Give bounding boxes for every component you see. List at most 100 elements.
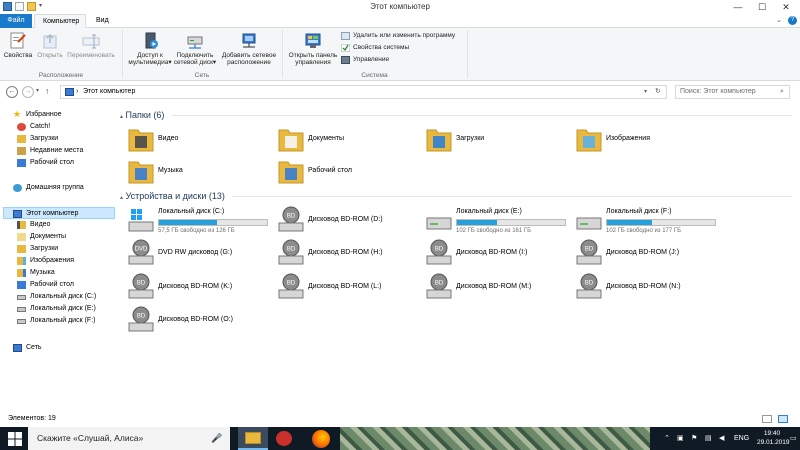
address-box[interactable]: › Этот компьютер ▾ ↻ [60,85,667,99]
nav-pc-label: Музыка [30,269,55,276]
map-drive-button[interactable]: Подключить сетевой диск▾ [172,32,218,66]
drive-name: Дисковод BD-ROM (D:) [308,216,383,223]
search-icon: ⌕ [780,88,784,95]
group-network-label: Сеть [194,72,210,79]
svg-text:BD: BD [435,281,444,287]
file-explorer-icon [245,432,261,444]
details-view-icon[interactable] [762,415,772,423]
nav-pc-label: Локальный диск (E:) [30,305,96,312]
map-drive-label-1: Подключить [176,52,214,59]
breadcrumb-this-pc[interactable]: Этот компьютер [83,88,135,95]
computer-icon [65,88,74,96]
collapse-chevron-icon: ▴ [120,114,124,120]
breadcrumb-separator: › [76,88,79,95]
checkmark-icon [340,43,351,53]
volume-icon[interactable]: ◀ [719,427,724,450]
documents-icon [17,233,26,241]
notifications-icon[interactable]: ▭ [790,427,797,450]
refresh-icon[interactable]: ↻ [655,86,661,98]
media-access-label-1: Доступ к [137,52,163,59]
svg-text:BD: BD [585,281,594,287]
show-hidden-icons[interactable]: ⌃ [664,427,670,450]
flag-icon[interactable]: ⚑ [691,427,697,450]
up-button[interactable]: ↑ [45,86,50,96]
drive-name: Локальный диск (C:) [158,208,225,215]
svg-text:BD: BD [585,247,594,253]
catch-icon [17,123,26,131]
microphone-icon[interactable]: 🎤 [211,427,222,450]
nav-this-pc[interactable]: Этот компьютер [3,207,115,219]
drive-usage-bar [606,219,716,226]
nav-pc-label: Документы [30,233,67,240]
properties-icon [9,32,27,50]
manage-button[interactable]: Управление [341,55,389,65]
firefox-icon[interactable] [312,430,330,448]
pictures-folder-icon [576,125,602,153]
devices-section-header[interactable]: ▴ Устройства и диски (13) [120,190,794,202]
drive-usage-bar [456,219,566,226]
navigation-pane: ★ Избранное Catch! Загрузки Недавние мес… [0,103,115,411]
help-icon[interactable]: ? [788,16,797,25]
address-dropdown-icon[interactable]: ▾ [644,86,647,98]
properties-button[interactable]: Свойства [2,32,34,59]
rename-icon [82,32,100,50]
hard-drive-icon [17,307,26,312]
back-button[interactable]: ← [6,86,18,98]
minimize-button[interactable]: — [726,0,750,14]
svg-text:BD: BD [287,281,296,287]
videos-icon [17,221,26,229]
network-tray-icon[interactable]: ▤ [705,427,712,450]
open-button[interactable]: Открыть [34,32,66,59]
start-button[interactable] [8,432,22,448]
tab-computer[interactable]: Компьютер [34,14,86,28]
ribbon: Свойства Открыть Переименовать Расположе… [0,28,800,81]
bd-rom-drive-icon: BD [576,273,602,301]
nav-pc-label: Локальный диск (C:) [30,293,97,300]
bd-rom-drive-icon: BD [128,273,154,301]
expand-ribbon-icon[interactable]: ⌄ [776,16,782,24]
tab-file[interactable]: Файл [0,14,32,28]
recent-locations-icon[interactable]: ▾ [36,87,39,94]
window-title: Этот компьютер [370,2,430,11]
media-access-button[interactable]: Доступ к мультимедиа▾ [128,32,172,66]
windows-logo-icon [8,432,22,446]
svg-text:DVD: DVD [135,247,148,253]
system-properties-button[interactable]: Свойства системы [340,43,409,53]
drive-name: Дисковод BD-ROM (O:) [158,316,233,323]
language-indicator[interactable]: ENG [734,427,749,450]
alice-search-text: Скажите «Слушай, Алиса» [37,433,144,443]
drive-name: Дисковод BD-ROM (J:) [606,249,680,256]
clock[interactable]: 19:40 29.01.2019 [757,429,790,447]
nav-fav-label: Catch! [30,123,51,130]
folder-name: Рабочий стол [308,167,352,174]
taskbar-wallpaper-strip [340,427,650,450]
rename-button[interactable]: Переименовать [66,32,116,59]
large-icons-view-icon[interactable] [778,415,788,423]
taskbar-explorer[interactable] [238,427,268,450]
drive-name: Дисковод BD-ROM (L:) [308,283,382,290]
close-button[interactable]: ✕ [774,0,798,14]
nav-homegroup-label: Домашняя группа [26,184,84,191]
computer-icon [13,210,22,218]
forward-button[interactable]: → [22,86,34,98]
uninstall-program-button[interactable]: Удалить или изменить программу [341,31,455,41]
manage-label: Управление [353,56,390,63]
address-bar-row: ← → ▾ ↑ › Этот компьютер ▾ ↻ Поиск: Этот… [0,81,800,103]
nav-pc-label: Рабочий стол [30,281,74,288]
taskbar-app-icon[interactable] [276,431,292,446]
alice-search-box[interactable]: Скажите «Слушай, Алиса» 🎤 [28,427,230,450]
bd-rom-drive-icon: BD [278,206,304,234]
folders-section-header[interactable]: ▴ Папки (6) [120,109,794,121]
maximize-button[interactable]: ☐ [750,0,774,14]
item-count: Элементов: 19 [8,415,56,422]
music-folder-icon [128,157,154,185]
control-panel-button[interactable]: Открыть панель управления [286,32,340,66]
section-divider [232,196,792,197]
tab-view[interactable]: Вид [88,14,117,28]
open-label: Открыть [37,52,63,59]
tray-icon[interactable]: ▣ [677,427,684,450]
group-system-label: Система [361,72,388,79]
search-input[interactable]: Поиск: Этот компьютер ⌕ [675,85,790,99]
add-network-location-button[interactable]: Добавить сетевое расположение [219,32,279,66]
folder-name: Видео [158,135,179,142]
